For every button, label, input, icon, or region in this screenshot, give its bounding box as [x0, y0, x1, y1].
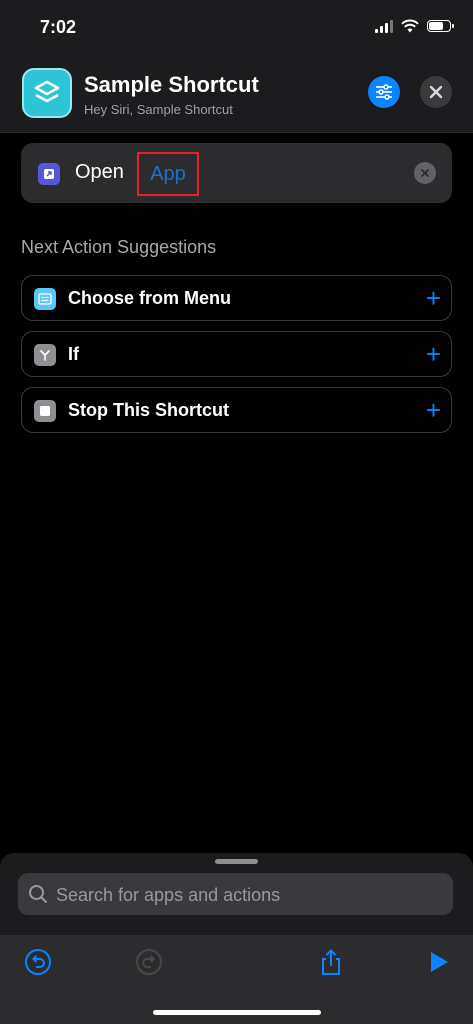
close-icon — [421, 169, 429, 177]
status-icons — [375, 19, 454, 33]
remove-action-button[interactable] — [414, 162, 436, 184]
action-verb: Open — [75, 161, 124, 183]
share-icon — [322, 949, 340, 975]
app-parameter[interactable]: App — [137, 152, 199, 196]
undo-button[interactable] — [23, 947, 53, 977]
home-indicator — [153, 1010, 321, 1015]
suggestions-heading: Next Action Suggestions — [21, 237, 217, 257]
wifi-icon — [401, 19, 419, 33]
shortcuts-app-icon — [22, 68, 72, 118]
status-time: 7:02 — [40, 17, 77, 37]
search-input[interactable] — [54, 873, 448, 917]
shortcut-subtitle: Hey Siri, Sample Shortcut — [84, 102, 233, 117]
stop-icon — [34, 400, 56, 422]
status-bar: 7:02 — [0, 0, 473, 56]
settings-button[interactable] — [368, 76, 400, 108]
suggestion-if[interactable]: If + — [21, 331, 452, 377]
redo-icon — [136, 949, 162, 975]
close-button[interactable] — [420, 76, 452, 108]
add-icon[interactable]: + — [426, 395, 441, 425]
undo-icon — [25, 949, 51, 975]
search-icon — [29, 885, 47, 903]
action-search-sheet — [0, 853, 473, 1024]
search-bar[interactable] — [18, 873, 453, 917]
run-button[interactable] — [424, 947, 454, 977]
redo-button[interactable] — [134, 947, 164, 977]
open-app-icon — [38, 163, 60, 185]
suggestion-choose-from-menu[interactable]: Choose from Menu + — [21, 275, 452, 321]
cellular-signal-icon — [375, 19, 393, 33]
open-app-action[interactable]: Open — [21, 143, 452, 203]
suggestion-label: Choose from Menu — [68, 288, 232, 308]
sliders-icon — [376, 84, 392, 100]
play-icon — [431, 952, 448, 972]
add-icon[interactable]: + — [426, 339, 441, 369]
battery-icon — [427, 20, 454, 32]
branch-icon — [34, 344, 56, 366]
suggestion-stop-this-shortcut[interactable]: Stop This Shortcut + — [21, 387, 452, 433]
close-icon — [429, 85, 443, 99]
menu-icon — [34, 288, 56, 310]
sheet-grabber[interactable] — [215, 859, 258, 864]
shortcut-title: Sample Shortcut — [84, 72, 259, 97]
share-button[interactable] — [316, 947, 346, 977]
shortcut-header: Sample Shortcut Hey Siri, Sample Shortcu… — [0, 56, 473, 133]
suggestion-label: If — [68, 344, 79, 364]
suggestion-label: Stop This Shortcut — [68, 400, 229, 420]
add-icon[interactable]: + — [426, 283, 441, 313]
